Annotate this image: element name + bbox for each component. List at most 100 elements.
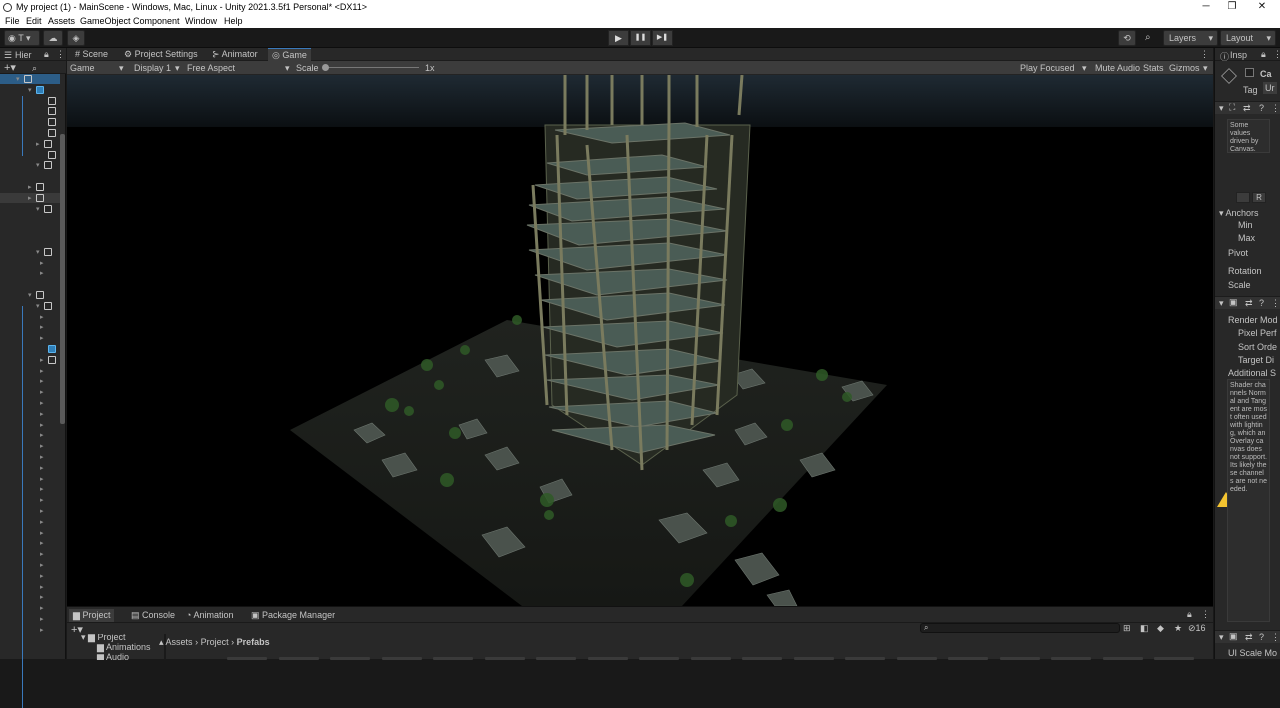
hierarchy-row[interactable]: ▾ bbox=[0, 74, 60, 84]
aspect-dropdown[interactable]: Free Aspect bbox=[187, 63, 235, 73]
hierarchy-row[interactable]: ▸ bbox=[0, 322, 60, 332]
collapse-arrow-icon[interactable]: ▸ bbox=[40, 615, 44, 623]
collapse-arrow-icon[interactable]: ▸ bbox=[40, 388, 44, 396]
collapse-arrow-icon[interactable]: ▸ bbox=[40, 259, 44, 267]
hierarchy-row[interactable]: ▾ bbox=[0, 290, 60, 300]
collapse-arrow-icon[interactable]: ▸ bbox=[28, 183, 32, 191]
hierarchy-row[interactable]: ▸ bbox=[0, 192, 60, 203]
collapse-arrow-icon[interactable]: ▸ bbox=[40, 626, 44, 634]
tag-dropdown[interactable]: Ur bbox=[1263, 82, 1277, 94]
hierarchy-row[interactable] bbox=[0, 279, 60, 289]
play-button[interactable]: ▶ bbox=[608, 30, 629, 46]
menu-gameobject[interactable]: GameObject bbox=[80, 16, 131, 26]
menu-component[interactable]: Component bbox=[133, 16, 180, 26]
game-view[interactable] bbox=[67, 75, 1213, 606]
active-checkbox[interactable] bbox=[1245, 68, 1254, 77]
collapse-arrow-icon[interactable]: ▸ bbox=[40, 464, 44, 472]
hierarchy-row[interactable]: ▾ bbox=[0, 204, 60, 214]
collapse-arrow-icon[interactable]: ▸ bbox=[40, 269, 44, 277]
hierarchy-row[interactable]: ▸ bbox=[0, 549, 60, 559]
hierarchy-row[interactable]: ▸ bbox=[0, 398, 60, 408]
hierarchy-row[interactable]: ▸ bbox=[0, 430, 60, 440]
game-mode-dropdown[interactable]: Game bbox=[70, 63, 95, 73]
close-button[interactable]: ✕ bbox=[1249, 0, 1275, 14]
collapse-arrow-icon[interactable]: ▸ bbox=[40, 410, 44, 418]
hierarchy-row[interactable]: ▸ bbox=[0, 614, 60, 624]
collapse-arrow-icon[interactable]: ▸ bbox=[40, 550, 44, 558]
collapse-arrow-icon[interactable]: ▸ bbox=[40, 561, 44, 569]
hierarchy-row[interactable]: ▸ bbox=[0, 463, 60, 473]
collapse-arrow-icon[interactable]: ▸ bbox=[40, 507, 44, 515]
rect-transform-header[interactable]: ▾ ⛶ ⇄ ? ⋮ bbox=[1215, 101, 1280, 114]
search-icon[interactable]: ⌕ bbox=[32, 63, 37, 74]
add-icon[interactable]: +▾ bbox=[4, 61, 16, 74]
hierarchy-row[interactable]: ▸ bbox=[0, 625, 60, 635]
collapse-arrow-icon[interactable]: ▸ bbox=[40, 604, 44, 612]
account-button[interactable]: ◉ T ▾ bbox=[4, 30, 40, 46]
display-dropdown[interactable]: Display 1 bbox=[134, 63, 171, 73]
collapse-arrow-icon[interactable]: ▸ bbox=[36, 140, 40, 148]
help-icon[interactable]: ? bbox=[1259, 103, 1264, 113]
collapse-arrow-icon[interactable]: ▸ bbox=[40, 367, 44, 375]
collapse-arrow-icon[interactable]: ▸ bbox=[40, 323, 44, 331]
hierarchy-row[interactable]: ▾ bbox=[0, 247, 60, 257]
canvas-component-header[interactable]: ▾ ▣ ⇄ ? ⋮ bbox=[1215, 296, 1280, 309]
collapse-arrow-icon[interactable]: ▸ bbox=[40, 475, 44, 483]
more-icon[interactable]: ⋮ bbox=[56, 49, 65, 60]
hierarchy-row[interactable]: ▸ bbox=[0, 506, 60, 516]
object-name-field[interactable]: Ca bbox=[1260, 69, 1272, 79]
expand-arrow-icon[interactable]: ▾ bbox=[28, 291, 32, 299]
stats-button[interactable]: Stats bbox=[1143, 63, 1164, 73]
collapse-arrow-icon[interactable]: ▸ bbox=[40, 529, 44, 537]
raw-edit-button[interactable]: R bbox=[1252, 192, 1266, 203]
expand-arrow-icon[interactable]: ▾ bbox=[36, 161, 40, 169]
hierarchy-row[interactable]: ▸ bbox=[0, 366, 60, 376]
hierarchy-scrollbar[interactable] bbox=[60, 134, 65, 424]
collapse-arrow-icon[interactable]: ▸ bbox=[40, 593, 44, 601]
hierarchy-row[interactable]: ▸ bbox=[0, 376, 60, 386]
hidden-count[interactable]: ⊘16 bbox=[1188, 623, 1206, 634]
menu-file[interactable]: File bbox=[5, 16, 20, 26]
collapse-arrow-icon[interactable]: ▸ bbox=[40, 583, 44, 591]
collapse-arrow-icon[interactable]: ▸ bbox=[40, 539, 44, 547]
more-icon[interactable]: ⋮ bbox=[1273, 49, 1280, 60]
collapse-arrow-icon[interactable]: ▸ bbox=[40, 399, 44, 407]
expand-arrow-icon[interactable]: ▾ bbox=[36, 302, 40, 310]
hierarchy-row[interactable]: ▸ bbox=[0, 268, 60, 278]
expand-arrow-icon[interactable]: ▾ bbox=[36, 248, 40, 256]
settings-icon[interactable]: ⇄ bbox=[1245, 298, 1253, 309]
collapse-arrow-icon[interactable]: ▸ bbox=[40, 313, 44, 321]
hierarchy-row[interactable]: ▸ bbox=[0, 560, 60, 570]
tab-package-manager[interactable]: ▣ Package Manager bbox=[247, 609, 339, 622]
create-icon[interactable]: ⊞ bbox=[1123, 623, 1131, 634]
hierarchy-row[interactable]: ▸ bbox=[0, 528, 60, 538]
label-icon[interactable]: ◆ bbox=[1157, 623, 1164, 634]
hierarchy-row[interactable] bbox=[0, 96, 60, 106]
anchors-foldout[interactable]: ▾ Anchors bbox=[1219, 208, 1259, 219]
lock-icon[interactable]: 🔒︎ bbox=[1187, 609, 1192, 620]
hierarchy-row[interactable]: ▸ bbox=[0, 571, 60, 581]
star-icon[interactable]: ★ bbox=[1174, 623, 1182, 634]
menu-help[interactable]: Help bbox=[224, 16, 243, 26]
collapse-arrow-icon[interactable]: ▸ bbox=[40, 421, 44, 429]
hierarchy-row[interactable]: ▸ bbox=[0, 139, 60, 149]
collapse-arrow-icon[interactable]: ▸ bbox=[40, 496, 44, 504]
tab-scene[interactable]: # Scene bbox=[71, 48, 112, 61]
expand-arrow-icon[interactable]: ▾ bbox=[16, 75, 20, 83]
hierarchy-row[interactable]: ▸ bbox=[0, 582, 60, 592]
collapse-arrow-icon[interactable]: ▸ bbox=[40, 442, 44, 450]
hierarchy-row[interactable]: ▸ bbox=[0, 603, 60, 613]
layers-dropdown[interactable]: Layers ▾ bbox=[1163, 30, 1218, 46]
hierarchy-row[interactable]: ▸ bbox=[0, 333, 60, 343]
hierarchy-row[interactable] bbox=[0, 225, 60, 235]
collapse-arrow-icon[interactable]: ▸ bbox=[40, 431, 44, 439]
collapse-arrow-icon[interactable]: ▸ bbox=[40, 377, 44, 385]
menu-edit[interactable]: Edit bbox=[26, 16, 42, 26]
hierarchy-row[interactable] bbox=[0, 171, 60, 181]
tab-game[interactable]: ◎ Game bbox=[268, 48, 311, 61]
more-icon[interactable]: ⋮ bbox=[1201, 609, 1210, 620]
hierarchy-row[interactable] bbox=[0, 236, 60, 246]
hierarchy-row[interactable]: ▸ bbox=[0, 387, 60, 397]
restore-button[interactable]: ❐ bbox=[1219, 0, 1245, 14]
gizmos-button[interactable]: Gizmos bbox=[1169, 63, 1200, 73]
